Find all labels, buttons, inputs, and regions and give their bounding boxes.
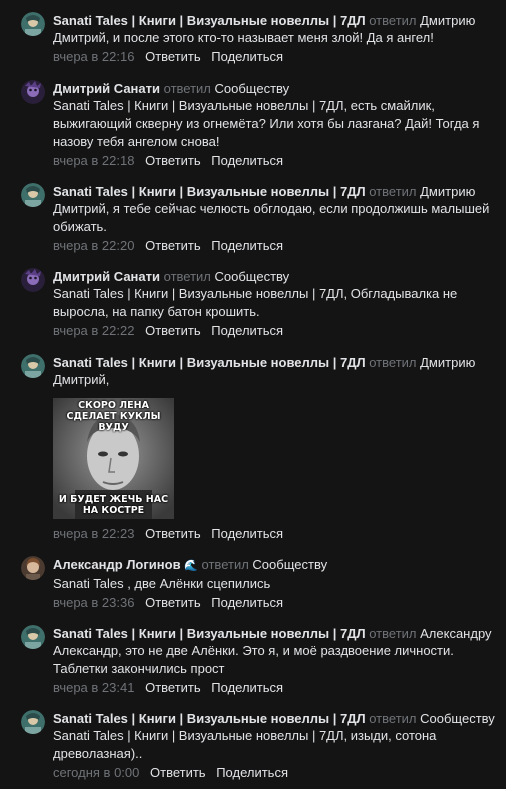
reply-button[interactable]: Ответить xyxy=(145,153,201,168)
replied-label: ответил xyxy=(369,184,417,199)
comment-time[interactable]: вчера в 23:41 xyxy=(53,680,134,695)
avatar[interactable] xyxy=(21,354,45,378)
comment-text: Дмитрий, я тебе сейчас челюсть обглодаю,… xyxy=(53,201,490,234)
comment-author[interactable]: Sanati Tales | Книги | Визуальные новелл… xyxy=(53,13,366,28)
comment-text: Александр, это не две Алёнки. Это я, и м… xyxy=(53,643,454,676)
reply-button[interactable]: Ответить xyxy=(150,765,206,780)
replied-label: ответил xyxy=(163,269,211,284)
reply-button[interactable]: Ответить xyxy=(145,49,201,64)
share-button[interactable]: Поделиться xyxy=(211,323,283,338)
replied-label: ответил xyxy=(369,13,417,28)
wave-emoji-icon: 🌊 xyxy=(184,560,198,572)
avatar[interactable] xyxy=(21,556,45,580)
avatar[interactable] xyxy=(21,80,45,104)
reply-button[interactable]: Ответить xyxy=(145,680,201,695)
comment-author[interactable]: Александр Логинов xyxy=(53,557,181,572)
comment-author[interactable]: Sanati Tales | Книги | Визуальные новелл… xyxy=(53,355,366,370)
share-button[interactable]: Поделиться xyxy=(216,765,288,780)
comment-text: Sanati Tales | Книги | Визуальные новелл… xyxy=(53,728,437,761)
avatar[interactable] xyxy=(21,625,45,649)
comment-author[interactable]: Дмитрий Санати xyxy=(53,269,160,284)
comment-text: Дмитрий, xyxy=(53,372,110,387)
comment-text: Дмитрий, и после этого кто-то называет м… xyxy=(53,30,434,45)
comment-author[interactable]: Sanati Tales | Книги | Визуальные новелл… xyxy=(53,711,366,726)
share-button[interactable]: Поделиться xyxy=(211,238,283,253)
comment-time[interactable]: вчера в 22:18 xyxy=(53,153,134,168)
comment-time[interactable]: вчера в 23:36 xyxy=(53,595,134,610)
replied-label: ответил xyxy=(201,557,249,572)
share-button[interactable]: Поделиться xyxy=(211,153,283,168)
reply-target[interactable]: Сообществу xyxy=(252,557,327,572)
avatar[interactable] xyxy=(21,12,45,36)
avatar[interactable] xyxy=(21,268,45,292)
share-button[interactable]: Поделиться xyxy=(211,526,283,541)
meme-caption-top: СКОРО ЛЕНА СДЕЛАЕТ КУКЛЫ ВУДУ xyxy=(66,400,161,433)
comment-time[interactable]: вчера в 22:20 xyxy=(53,238,134,253)
reply-button[interactable]: Ответить xyxy=(145,238,201,253)
comment-time[interactable]: вчера в 22:23 xyxy=(53,526,134,541)
reply-target[interactable]: Дмитрию xyxy=(420,13,475,28)
reply-button[interactable]: Ответить xyxy=(145,595,201,610)
reply-target[interactable]: Дмитрию xyxy=(420,355,475,370)
avatar[interactable] xyxy=(21,710,45,734)
replied-label: ответил xyxy=(163,81,211,96)
share-button[interactable]: Поделиться xyxy=(211,49,283,64)
meme-image[interactable]: СКОРО ЛЕНА СДЕЛАЕТ КУКЛЫ ВУДУ И БУДЕТ ЖЕ… xyxy=(53,398,174,519)
reply-target[interactable]: Сообществу xyxy=(420,711,495,726)
reply-target[interactable]: Александру xyxy=(420,626,491,641)
replied-label: ответил xyxy=(369,711,417,726)
replied-label: ответил xyxy=(369,355,417,370)
comment-text: Sanati Tales | Книги | Визуальные новелл… xyxy=(53,98,480,149)
reply-target[interactable]: Сообществу xyxy=(215,269,290,284)
share-button[interactable]: Поделиться xyxy=(211,595,283,610)
comment-time[interactable]: вчера в 22:16 xyxy=(53,49,134,64)
reply-target[interactable]: Дмитрию xyxy=(420,184,475,199)
comment-text: Sanati Tales | Книги | Визуальные новелл… xyxy=(53,286,458,319)
comment-author[interactable]: Дмитрий Санати xyxy=(53,81,160,96)
comment-text: Sanati Tales , две Алёнки сцепились xyxy=(53,576,271,591)
comment-feed: Sanati Tales | Книги | Визуальные новелл… xyxy=(0,0,506,789)
avatar[interactable] xyxy=(21,183,45,207)
reply-target[interactable]: Сообществу xyxy=(215,81,290,96)
comment-author[interactable]: Sanati Tales | Книги | Визуальные новелл… xyxy=(53,626,366,641)
replied-label: ответил xyxy=(369,626,417,641)
reply-button[interactable]: Ответить xyxy=(145,323,201,338)
comment-time[interactable]: вчера в 22:22 xyxy=(53,323,134,338)
meme-caption-bottom: И БУДЕТ ЖЕЧЬ НАС НА КОСТРЕ xyxy=(58,494,169,516)
comment-time[interactable]: сегодня в 0:00 xyxy=(53,765,139,780)
share-button[interactable]: Поделиться xyxy=(211,680,283,695)
reply-button[interactable]: Ответить xyxy=(145,526,201,541)
comment-author[interactable]: Sanati Tales | Книги | Визуальные новелл… xyxy=(53,184,366,199)
